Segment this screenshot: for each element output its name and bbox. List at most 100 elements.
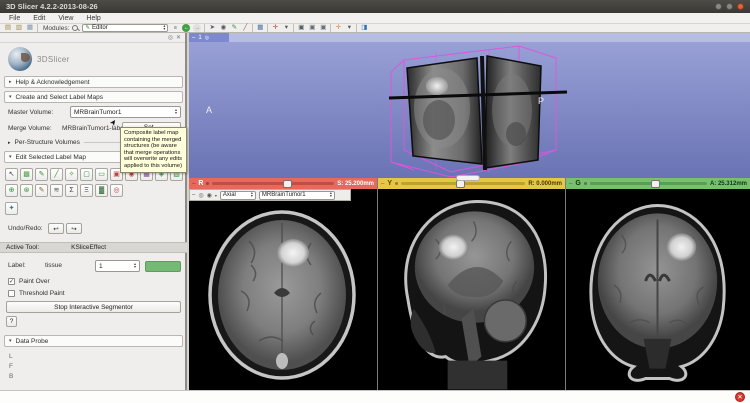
sagittal-slice-image[interactable] [378,189,565,390]
level-tracing-tool[interactable]: ▢ [80,168,93,181]
red-slice-view[interactable]: – R S: 25.200mm – ◎ ◉ ▾ Axial ▴ ▾ MRBrain… [189,178,377,390]
default-cursor-tool[interactable]: ↖ [5,168,18,181]
module-forward-icon[interactable]: → [193,24,202,32]
spinbox-arrows-icon[interactable]: ▴ ▾ [134,262,136,268]
paint-over-checkbox[interactable]: ✓ [8,278,15,285]
threed-view-controller-bar[interactable]: – 1 ◎ [189,33,750,42]
data-probe-section[interactable]: ▾ Data Probe [4,335,183,347]
edit-pencil-icon[interactable]: ✎ [230,24,238,32]
combo-spinner-icon: ▴ ▾ [329,190,332,198]
fast-marching-tool[interactable]: ≋ [50,184,63,197]
volume-selector[interactable]: MRBrainTumor1 ▴ ▾ [258,190,335,200]
menu-bar: File Edit View Help [0,13,750,24]
watershed-tool[interactable]: ◎ [110,184,123,197]
ruler-icon[interactable]: ╱ [241,24,249,32]
menu-item[interactable]: Edit [33,15,45,22]
dilate-tool[interactable]: ⊕ [5,184,18,197]
import-dicom-icon[interactable]: ▥ [15,24,23,32]
label-color-swatch[interactable] [145,261,181,272]
minimize-button[interactable] [715,3,722,10]
panel-close-icon[interactable]: ✕ [176,34,181,41]
error-badge-icon[interactable]: ✕ [735,392,745,402]
orientation-p-label: P [538,96,545,106]
module-search-icon[interactable] [72,24,79,32]
green-slider-handle[interactable] [650,179,660,188]
create-select-labelmaps-section[interactable]: ▾ Create and Select Label Maps [4,91,183,103]
pin-icon[interactable]: ◎ [205,35,209,41]
erase-label-tool[interactable]: ▩ [20,168,33,181]
threed-scene[interactable] [189,42,750,178]
green-slice-view[interactable]: – G A: 25.312mm [565,178,750,390]
help-acknowledgement-section[interactable]: ▸ Help & Acknowledgement [4,76,183,88]
label-value-spinbox[interactable]: 1 ▴ ▾ [95,260,140,272]
mouse-interaction-icon[interactable]: ➤ [208,24,216,32]
sceneview-restore-icon[interactable]: ▣ [319,24,327,32]
green-slice-slider[interactable] [589,179,707,188]
slice-menu-icon[interactable] [206,182,210,185]
mask-tool[interactable]: ▓ [95,184,108,197]
module-selector[interactable]: ✎ Editor ▴ ▾ [82,24,169,32]
red-slice-slider[interactable] [212,179,335,188]
pin-icon[interactable]: ◎ [198,192,203,199]
collapse-icon[interactable]: – [192,181,195,187]
collapse-icon[interactable]: – [569,181,572,187]
combo-spinner-icon[interactable]: ▴ ▾ [175,108,177,114]
maximize-button[interactable] [726,3,733,10]
screenshot-icon[interactable]: ▣ [297,24,305,32]
crosshair-icon[interactable]: ✛ [271,24,279,32]
active-tool-label: Active Tool: [6,244,40,251]
orientation-selector[interactable]: Axial ▴ ▾ [219,190,256,200]
module-back-icon[interactable]: ← [182,24,191,32]
module-history-icon[interactable]: ≡ [171,24,179,32]
crosshair-dropdown-icon[interactable]: ▾ [282,24,290,32]
yellow-slice-view[interactable]: – Y R: 0.000mm [377,175,565,390]
annotation-dropdown-icon[interactable]: ▾ [345,24,353,32]
kslice-tool[interactable]: ✦ [5,202,18,215]
menu-item[interactable]: View [58,15,73,22]
load-data-icon[interactable]: ▤ [4,24,12,32]
redo-button[interactable]: ↪ [66,223,82,234]
combo-spinner-icon[interactable]: ▴ ▾ [163,24,165,30]
visibility-eye-icon[interactable]: ◉ [207,192,212,199]
layout-icon[interactable]: ▦ [256,24,264,32]
slice-menu-icon[interactable] [395,182,399,185]
erode-tool[interactable]: ⊛ [20,184,33,197]
red-slider-handle[interactable] [283,179,293,188]
yellow-pin-button[interactable] [456,175,480,181]
panel-pin-icon[interactable]: ◎ [168,34,173,41]
yellow-slice-slider[interactable] [401,179,526,188]
menu-item[interactable]: File [9,15,20,22]
menu-item[interactable]: Help [86,15,100,22]
close-button[interactable] [737,3,744,10]
threshold-paint-checkbox[interactable] [8,290,15,297]
extensions-icon[interactable]: ◨ [360,24,368,32]
viewers-icon[interactable]: ◉ [219,24,227,32]
master-volume-selector[interactable]: MRBrainTumor1 ▴ ▾ [70,106,181,118]
wand-tool[interactable]: ✧ [65,168,78,181]
probe-layer-label: F [9,363,13,370]
effect-help-button[interactable]: ? [6,316,17,327]
collapse-icon[interactable]: – [381,181,384,187]
paint-tool[interactable]: ✎ [35,168,48,181]
threed-view[interactable]: – 1 ◎ A P [189,33,750,178]
threshold-tool[interactable]: Σ [65,184,78,197]
coronal-slice-image[interactable] [566,189,750,390]
title-bar[interactable]: 3D Slicer 4.2.2-2013-08-26 [0,0,750,13]
paint-over-tool[interactable]: ✎ [35,184,48,197]
draw-tool[interactable]: ╱ [50,168,63,181]
chevron-down-icon[interactable]: ▾ [215,193,217,198]
stop-interactive-segmentor-button[interactable]: Stop Interactive Segmentor [6,301,181,313]
toolbar-separator [37,24,38,32]
slice-menu-icon[interactable] [583,182,587,185]
collapse-icon[interactable]: – [192,192,195,198]
yellow-view-letter: Y [387,180,393,187]
undo-button[interactable]: ↩ [48,223,64,234]
collapse-icon[interactable]: – [192,35,195,41]
interpolate-tool[interactable]: Ξ [80,184,93,197]
annotation-add-icon[interactable]: ✛ [334,24,342,32]
slicer-logo-icon [8,47,32,71]
sceneview-capture-icon[interactable]: ▣ [308,24,316,32]
axial-slice-image[interactable] [189,201,377,390]
save-icon[interactable]: ▦ [26,24,34,32]
rectangle-tool[interactable]: ▭ [95,168,108,181]
